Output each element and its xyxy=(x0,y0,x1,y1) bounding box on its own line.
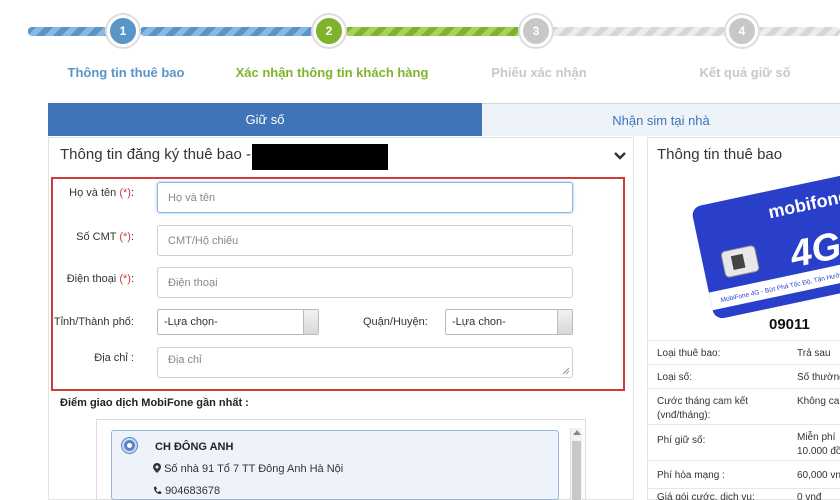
info-value: Không ca xyxy=(797,396,840,407)
address-label: Địa chỉ : xyxy=(94,352,134,364)
id-label-text: Số CMT xyxy=(76,231,117,243)
province-select[interactable]: -Lựa chọn- xyxy=(157,309,319,335)
scroll-thumb[interactable] xyxy=(572,441,581,500)
info-row: Loại số: Số thường xyxy=(647,364,840,388)
info-value: Số thường xyxy=(797,372,840,383)
province-label: Tỉnh/Thành phố: xyxy=(53,316,134,328)
info-key: Phí hòa mạng : xyxy=(657,470,725,481)
phone-number: 09011 xyxy=(769,316,810,333)
info-row: Phí hòa mạng : 60,000 vn xyxy=(647,460,840,488)
address-placeholder: Địa chỉ xyxy=(168,354,202,366)
phone-label: Điện thoại (*): xyxy=(66,273,134,285)
chevron-down-icon[interactable] xyxy=(612,148,628,164)
page: 1 2 3 4 Thông tin thuê bao Xác nhận thôn… xyxy=(0,0,840,500)
step-2-circle: 2 xyxy=(313,15,345,47)
name-input[interactable]: Họ và tên xyxy=(157,182,573,213)
info-key: Giá gói cước, dịch vụ: xyxy=(657,492,755,500)
name-label: Họ và tên (*): xyxy=(69,187,134,199)
step-1-circle: 1 xyxy=(107,15,139,47)
info-key: Loại thuê bao: xyxy=(657,348,721,359)
store-address-line: Số nhà 91 Tổ 7 TT Đông Anh Hà Nội xyxy=(153,463,343,475)
select-arrow-icon xyxy=(303,310,318,334)
step-2-label: Xác nhận thông tin khách hàng xyxy=(235,65,429,80)
resize-grip-icon[interactable] xyxy=(562,367,570,375)
step-3-label: Phiếu xác nhận xyxy=(491,65,587,80)
progress-bar-4 xyxy=(550,27,730,36)
step-4-circle: 4 xyxy=(726,15,758,47)
info-key: Cước tháng cam kết (vnđ/tháng): xyxy=(657,396,749,421)
store-name: CH ĐÔNG ANH xyxy=(155,441,234,453)
info-row: Cước tháng cam kết (vnđ/tháng): Không ca xyxy=(647,388,840,424)
info-row: Phí giữ số: Miễn phí 10.000 đồ xyxy=(647,424,840,460)
info-row: Loại thuê bao: Trả sau xyxy=(647,340,840,364)
phone-label-text: Điện thoại xyxy=(66,273,117,285)
progress-bar-2 xyxy=(140,27,318,36)
store-address: Số nhà 91 Tổ 7 TT Đông Anh Hà Nội xyxy=(164,463,344,475)
id-number-input[interactable]: CMT/Hộ chiếu xyxy=(157,225,573,256)
scroll-up-icon[interactable] xyxy=(573,430,581,435)
tab-home-delivery[interactable]: Nhận sim tại nhà xyxy=(482,103,840,136)
phone-icon xyxy=(153,486,162,495)
district-select[interactable]: -Lựa chon- xyxy=(445,309,573,335)
required-mark: (*) xyxy=(119,273,131,285)
info-value: Miễn phí xyxy=(797,432,836,443)
map-pin-icon xyxy=(153,463,161,473)
info-value: 0 vnđ xyxy=(797,492,822,500)
registration-title: Thông tin đăng ký thuê bao - xyxy=(60,146,251,163)
address-textarea[interactable]: Địa chỉ xyxy=(157,347,573,378)
required-mark: (*) xyxy=(119,187,131,199)
info-value: Trả sau xyxy=(797,348,831,359)
district-select-value: -Lựa chon- xyxy=(452,316,506,328)
store-phone: 904683678 xyxy=(165,485,221,497)
tab-hold-number[interactable]: Giữ số xyxy=(48,103,482,136)
redacted-block xyxy=(252,144,388,170)
name-label-text: Họ và tên xyxy=(69,187,117,199)
info-key: Phí giữ số: xyxy=(657,435,706,446)
subscriber-title: Thông tin thuê bao xyxy=(657,146,783,163)
info-key: Loại số: xyxy=(657,372,693,383)
nearest-store-heading: Điểm giao dịch MobiFone gần nhất : xyxy=(60,397,249,409)
store-phone-line: 904683678 xyxy=(153,485,220,497)
id-label: Số CMT (*): xyxy=(76,231,134,243)
step-3-circle: 3 xyxy=(520,15,552,47)
progress-bar-5 xyxy=(757,27,840,36)
step-4-label: Kết quả giữ số xyxy=(699,65,791,80)
progress-bar-3 xyxy=(345,27,523,36)
sim-card-image: mobifone 4G MobiFone 4G - Bứt Phá Tốc Độ… xyxy=(692,171,840,319)
store-radio[interactable] xyxy=(122,438,137,453)
province-select-value: -Lựa chọn- xyxy=(164,316,218,328)
phone-input[interactable]: Điện thoại xyxy=(157,267,573,298)
info-value: 10.000 đồ xyxy=(797,446,840,457)
select-arrow-icon xyxy=(557,310,572,334)
step-1-label: Thông tin thuê bao xyxy=(67,65,185,80)
district-label: Quận/Huyện: xyxy=(363,316,428,328)
info-value: 60,000 vn xyxy=(797,470,840,481)
info-row: Giá gói cước, dịch vụ: 0 vnđ xyxy=(647,488,840,500)
required-mark: (*) xyxy=(119,231,131,243)
